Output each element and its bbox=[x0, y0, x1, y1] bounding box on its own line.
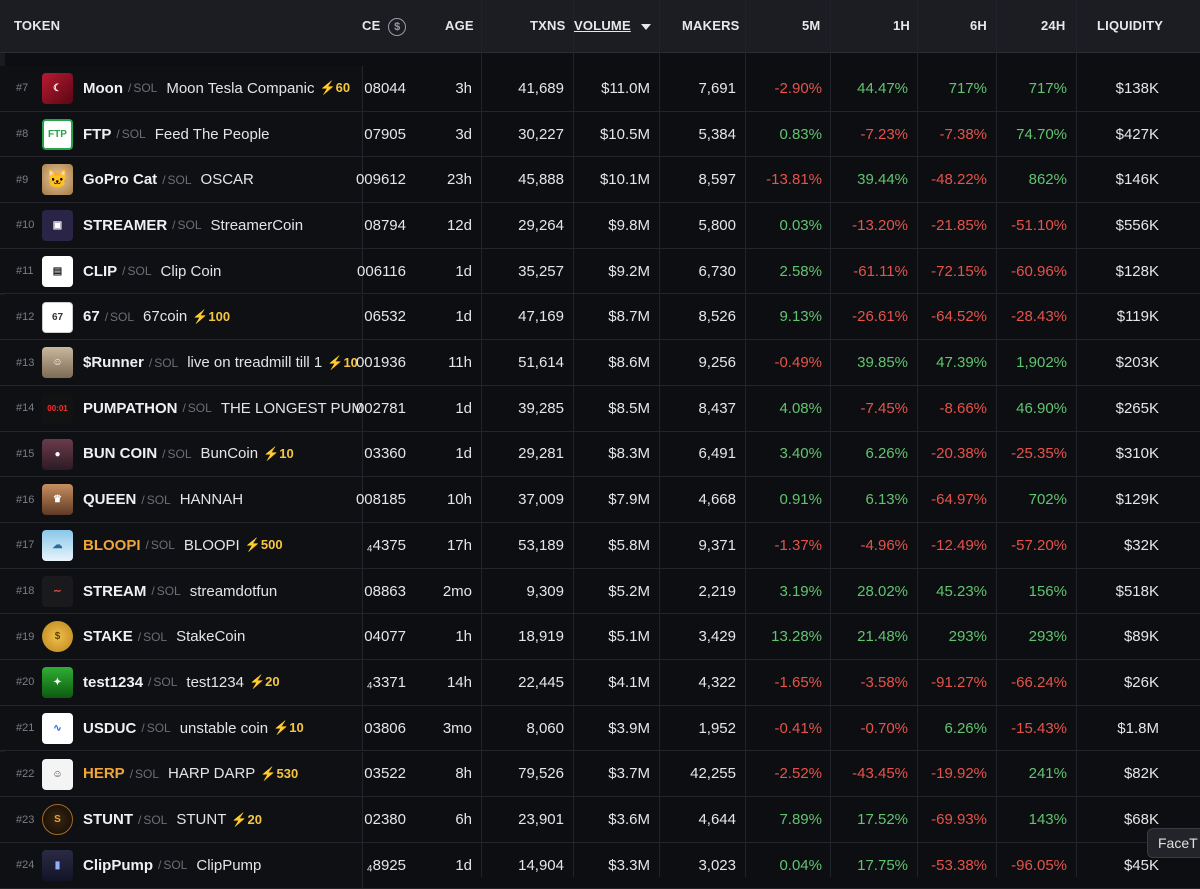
liquidity-cell: $556K bbox=[1115, 216, 1159, 234]
liquidity-cell: $82K bbox=[1123, 765, 1159, 783]
liquidity-cell: $129K bbox=[1115, 491, 1159, 509]
liquidity-cell: $265K bbox=[1115, 399, 1159, 417]
column-divider bbox=[745, 0, 746, 877]
column-divider bbox=[481, 0, 482, 877]
header-1h[interactable]: 1H bbox=[893, 0, 910, 52]
table-row[interactable]: #12 67 67/SOL 67coin ⚡100 06532 1d 47,169 $8.7M 8… bbox=[0, 294, 1200, 341]
liquidity-cell: $32K bbox=[1123, 536, 1159, 554]
liquidity-cell: $203K bbox=[1115, 354, 1159, 372]
liquidity-cell: $119K bbox=[1116, 308, 1159, 326]
sort-down-icon bbox=[640, 23, 651, 30]
header-price-label: CE bbox=[362, 18, 381, 33]
header-age[interactable]: AGE bbox=[445, 0, 474, 52]
column-divider bbox=[1076, 0, 1077, 877]
liquidity-cell: $310K bbox=[1115, 445, 1159, 463]
table-row[interactable]: #9 🐱 GoPro Cat / SOL OSCAR 009612 23h 45,888 $10.… bbox=[0, 157, 1200, 204]
column-divider bbox=[996, 0, 997, 877]
header-5m[interactable]: 5M bbox=[802, 0, 820, 52]
tooltip-badge[interactable]: FaceT bbox=[1147, 828, 1200, 858]
liquidity-cell: $138K bbox=[1115, 79, 1159, 97]
table-row[interactable]: #22 ☺ HERP / SOL HARP DARP ⚡530 03522 8h 79,526 $3… bbox=[0, 751, 1200, 798]
header-volume[interactable]: VOLUME bbox=[574, 0, 651, 52]
liquidity-cell: $45K bbox=[1123, 856, 1159, 874]
liquidity-cell: $1.8M bbox=[1117, 719, 1159, 737]
header-volume-label: VOLUME bbox=[574, 18, 631, 33]
table-row[interactable]: #18 ∼ STREAM / SOL streamdotfun 08863 2mo 9,309 $… bbox=[0, 568, 1200, 615]
table-row[interactable]: #17 ☁ BLOOPI / SOL BLOOPI ⚡500 ₄4375 17h 53,189 $5… bbox=[0, 523, 1200, 569]
table-header: TOKEN CE $ AGE TXNS VOLUME MAKERS 5M 1H … bbox=[0, 0, 1200, 53]
table-row[interactable]: #24 ▮ ClipPump / SOL ClipPump ₄8925 1d 14,904 $3.… bbox=[0, 842, 1200, 889]
table-row[interactable]: #19 $ STAKE / SOL StakeCoin 04077 1h 18,919 $5.1M… bbox=[0, 614, 1200, 661]
header-liquidity[interactable]: LIQUIDITY bbox=[1097, 0, 1163, 52]
column-divider bbox=[659, 0, 660, 877]
column-divider bbox=[573, 0, 574, 877]
table-row[interactable]: #7 ☾ Moon / SOL Moon Tesla Companic ⚡60 08044 3h… bbox=[0, 66, 1200, 112]
table-row[interactable]: #13 ☺ $Runner / SOL live on treadmill till 1 ⚡… bbox=[0, 340, 1200, 386]
table-row[interactable]: #11 ▤ CLIP / SOL Clip Coin 006116 1d 35,257 $9.2M… bbox=[0, 248, 1200, 295]
table-row[interactable]: #23 S STUNT / SOL STUNT ⚡20 02380 6h 23,901 $3.6M 4… bbox=[0, 797, 1200, 843]
header-token[interactable]: TOKEN bbox=[14, 0, 60, 52]
liquidity-cell: $89K bbox=[1123, 628, 1159, 646]
liquidity-cell: $427K bbox=[1115, 125, 1159, 143]
header-txns[interactable]: TXNS bbox=[530, 0, 565, 52]
header-6h[interactable]: 6H bbox=[970, 0, 987, 52]
table-row[interactable]: #15 ● BUN COIN / SOL BunCoin ⚡10 03360 1d 29,281 $… bbox=[0, 431, 1200, 478]
liquidity-cell: $26K bbox=[1123, 673, 1159, 691]
column-divider bbox=[830, 0, 831, 877]
header-24h[interactable]: 24H bbox=[1041, 0, 1065, 52]
header-makers[interactable]: MAKERS bbox=[682, 0, 740, 52]
liquidity-cell: $68K bbox=[1123, 811, 1159, 829]
table-row[interactable]: #1400:01PUMPATHON/SOLTHE LONGEST PUMPF00… bbox=[0, 385, 1200, 432]
liquidity-cell: $146K bbox=[1115, 171, 1159, 189]
table-row[interactable]: #8 FTP FTP / SOL Feed The People 07905 3d 30,227… bbox=[0, 111, 1200, 158]
table-row[interactable]: #10 ▣ STREAMER / SOL StreamerCoin 08794 12d 29,2… bbox=[0, 203, 1200, 249]
column-divider bbox=[917, 0, 918, 877]
table-row[interactable]: #16 ♛ QUEEN / SOL HANNAH 008185 10h 37,009 $7.9M 4… bbox=[0, 477, 1200, 523]
liquidity-cell: $128K bbox=[1115, 262, 1159, 280]
dollar-icon[interactable]: $ bbox=[388, 17, 407, 36]
table-row[interactable]: #21 ∿ USDUC / SOL unstable coin ⚡10 03806 3mo 8,0… bbox=[0, 705, 1200, 752]
table-row[interactable]: #20 ✦ test1234/SOL test1234 ⚡20 ₄3371 14h 22,44… bbox=[0, 660, 1200, 706]
header-price[interactable]: CE $ bbox=[362, 0, 407, 52]
liquidity-cell: $518K bbox=[1115, 582, 1159, 600]
token-table: TOKEN CE $ AGE TXNS VOLUME MAKERS 5M 1H … bbox=[0, 0, 1200, 889]
